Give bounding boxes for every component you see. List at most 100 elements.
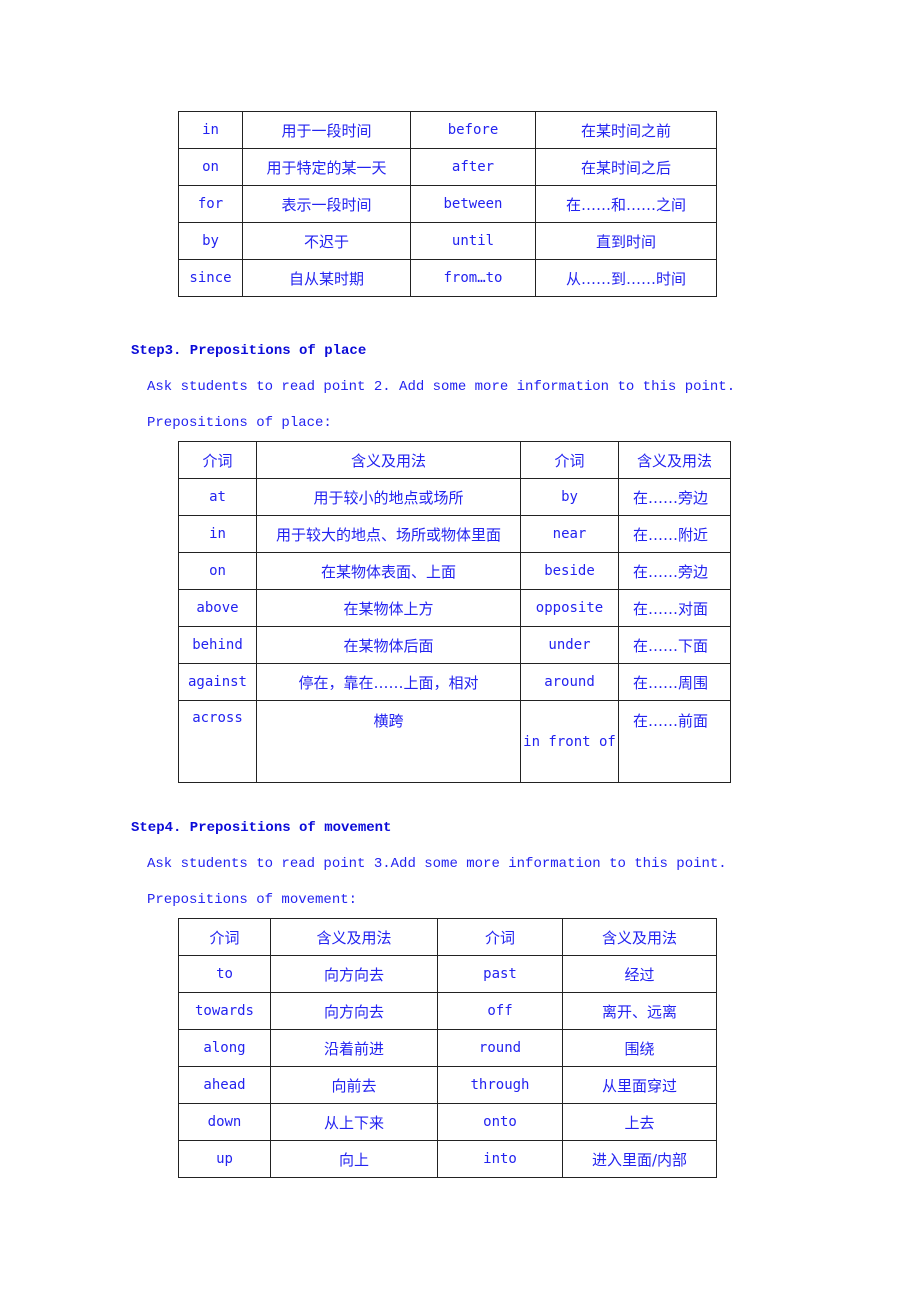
preposition-cell: since (178, 259, 243, 297)
preposition-cell: past (437, 955, 563, 993)
table-row: down 从上下来 onto 上去 (178, 1103, 717, 1141)
meaning-cell: 在……前面 (618, 700, 731, 783)
header-cell: 介词 (437, 918, 563, 956)
preposition-cell: at (178, 478, 257, 516)
meaning-cell: 在……旁边 (618, 478, 731, 516)
preposition-cell: through (437, 1066, 563, 1104)
preposition-cell: before (410, 111, 536, 149)
meaning-cell: 在某物体上方 (256, 589, 521, 627)
preposition-cell: round (437, 1029, 563, 1067)
step3-instruction: Ask students to read point 2. Add some m… (147, 379, 736, 395)
table-row: up 向上 into 进入里面/内部 (178, 1140, 717, 1178)
meaning-cell: 用于特定的某一天 (242, 148, 411, 186)
preposition-cell: around (520, 663, 619, 701)
preposition-cell: from…to (410, 259, 536, 297)
table-row: along 沿着前进 round 围绕 (178, 1029, 717, 1067)
table-row: at 用于较小的地点或场所 by 在……旁边 (178, 478, 731, 516)
table-row: towards 向方向去 off 离开、远离 (178, 992, 717, 1030)
table-row: behind 在某物体后面 under 在……下面 (178, 626, 731, 664)
preposition-cell: along (178, 1029, 271, 1067)
meaning-cell: 用于较大的地点、场所或物体里面 (256, 515, 521, 553)
meaning-cell: 从里面穿过 (562, 1066, 717, 1104)
meaning-cell: 向方向去 (270, 992, 438, 1030)
header-cell: 含义及用法 (562, 918, 717, 956)
meaning-cell: 停在，靠在……上面，相对 (256, 663, 521, 701)
preposition-cell: under (520, 626, 619, 664)
table-row: by 不迟于 until 直到时间 (178, 222, 717, 260)
preposition-cell: near (520, 515, 619, 553)
meaning-cell: 沿着前进 (270, 1029, 438, 1067)
preposition-cell: onto (437, 1103, 563, 1141)
preposition-cell: between (410, 185, 536, 223)
table-header-row: 介词 含义及用法 介词 含义及用法 (178, 918, 717, 956)
meaning-cell: 在……对面 (618, 589, 731, 627)
meaning-cell: 在某物体表面、上面 (256, 552, 521, 590)
table-row: in 用于一段时间 before 在某时间之前 (178, 111, 717, 149)
meaning-cell: 在……旁边 (618, 552, 731, 590)
preposition-cell: opposite (520, 589, 619, 627)
preposition-cell: for (178, 185, 243, 223)
preposition-cell: above (178, 589, 257, 627)
preposition-cell: by (178, 222, 243, 260)
preposition-cell: into (437, 1140, 563, 1178)
meaning-cell: 从……到……时间 (535, 259, 717, 297)
meaning-cell: 离开、远离 (562, 992, 717, 1030)
table-row: ahead 向前去 through 从里面穿过 (178, 1066, 717, 1104)
step3-label: Prepositions of place: (147, 415, 332, 431)
header-cell: 介词 (178, 918, 271, 956)
preposition-cell: on (178, 148, 243, 186)
meaning-cell: 从上下来 (270, 1103, 438, 1141)
preposition-cell: to (178, 955, 271, 993)
meaning-cell: 不迟于 (242, 222, 411, 260)
table-row: for 表示一段时间 between 在……和……之间 (178, 185, 717, 223)
header-cell: 含义及用法 (618, 441, 731, 479)
meaning-cell: 用于较小的地点或场所 (256, 478, 521, 516)
table-row: against 停在，靠在……上面，相对 around 在……周围 (178, 663, 731, 701)
meaning-cell: 用于一段时间 (242, 111, 411, 149)
meaning-cell: 上去 (562, 1103, 717, 1141)
preposition-cell: down (178, 1103, 271, 1141)
meaning-cell: 自从某时期 (242, 259, 411, 297)
table-row: on 在某物体表面、上面 beside 在……旁边 (178, 552, 731, 590)
preposition-cell: beside (520, 552, 619, 590)
step3-heading: Step3. Prepositions of place (131, 343, 367, 359)
meaning-cell: 在……周围 (618, 663, 731, 701)
preposition-cell: ahead (178, 1066, 271, 1104)
meaning-cell: 表示一段时间 (242, 185, 411, 223)
movement-prepositions-table: 介词 含义及用法 介词 含义及用法 to 向方向去 past 经过 towards 向方向… (178, 918, 717, 1178)
meaning-cell: 在……和……之间 (535, 185, 717, 223)
meaning-cell: 在……附近 (618, 515, 731, 553)
preposition-cell: after (410, 148, 536, 186)
preposition-cell: across (178, 700, 257, 783)
header-cell: 介词 (520, 441, 619, 479)
header-cell: 含义及用法 (270, 918, 438, 956)
table-row: across 横跨 in front of 在……前面 (178, 700, 731, 783)
header-cell: 含义及用法 (256, 441, 521, 479)
preposition-cell: in (178, 111, 243, 149)
preposition-cell: against (178, 663, 257, 701)
preposition-cell: in (178, 515, 257, 553)
meaning-cell: 在某时间之前 (535, 111, 717, 149)
meaning-cell: 横跨 (256, 700, 521, 783)
preposition-cell: in front of (520, 700, 619, 783)
preposition-cell: towards (178, 992, 271, 1030)
step4-label: Prepositions of movement: (147, 892, 358, 908)
table-row: to 向方向去 past 经过 (178, 955, 717, 993)
table-row: above 在某物体上方 opposite 在……对面 (178, 589, 731, 627)
preposition-cell: up (178, 1140, 271, 1178)
preposition-cell: off (437, 992, 563, 1030)
preposition-cell: on (178, 552, 257, 590)
meaning-cell: 围绕 (562, 1029, 717, 1067)
meaning-cell: 在某物体后面 (256, 626, 521, 664)
table-row: on 用于特定的某一天 after 在某时间之后 (178, 148, 717, 186)
meaning-cell: 向前去 (270, 1066, 438, 1104)
table-row: in 用于较大的地点、场所或物体里面 near 在……附近 (178, 515, 731, 553)
place-prepositions-table: 介词 含义及用法 介词 含义及用法 at 用于较小的地点或场所 by 在……旁边 in 用… (178, 441, 731, 783)
meaning-cell: 直到时间 (535, 222, 717, 260)
meaning-cell: 经过 (562, 955, 717, 993)
preposition-cell: by (520, 478, 619, 516)
meaning-cell: 在……下面 (618, 626, 731, 664)
table-row: since 自从某时期 from…to 从……到……时间 (178, 259, 717, 297)
table-header-row: 介词 含义及用法 介词 含义及用法 (178, 441, 731, 479)
meaning-cell: 向上 (270, 1140, 438, 1178)
